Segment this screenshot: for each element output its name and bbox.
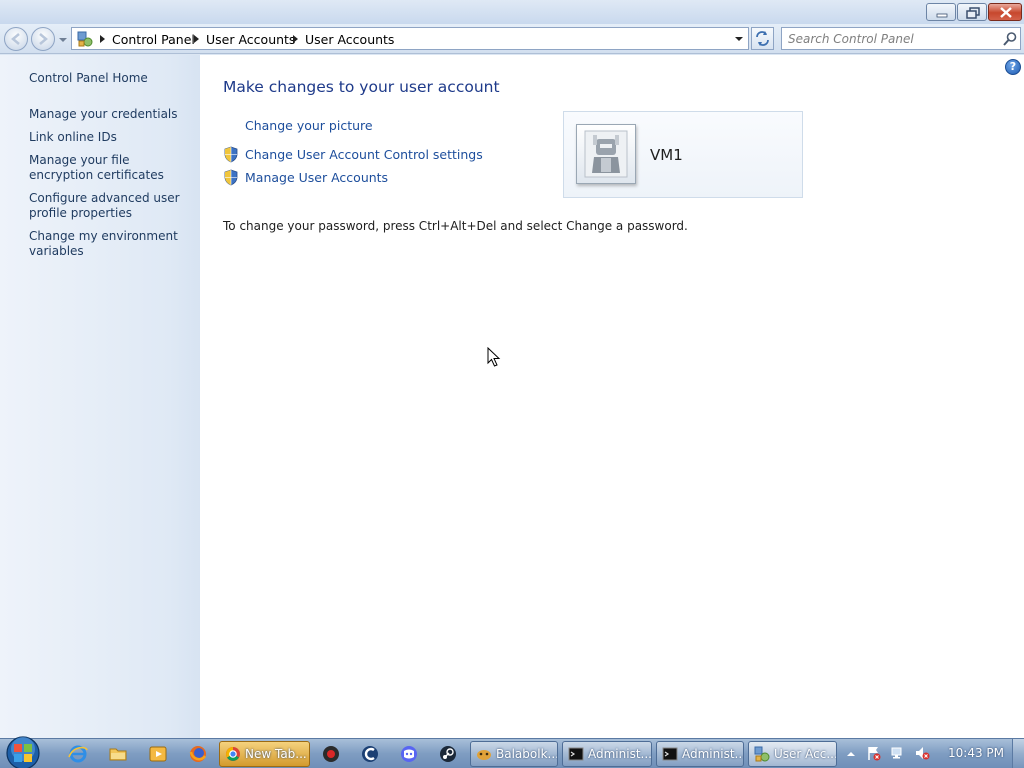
close-icon — [1000, 7, 1012, 18]
back-button[interactable] — [4, 27, 28, 51]
help-icon[interactable]: ? — [1005, 59, 1021, 75]
breadcrumb-user-accounts[interactable]: User Accounts — [206, 32, 295, 47]
file-explorer-icon[interactable] — [108, 744, 128, 764]
taskbar-administrator-console-1[interactable]: Administ... — [562, 741, 652, 767]
windows-start-icon[interactable] — [3, 735, 43, 768]
forward-button[interactable] — [31, 27, 55, 51]
minimize-icon — [936, 13, 948, 18]
breadcrumb-control-panel[interactable]: Control Panel — [112, 32, 195, 47]
balabolka-icon — [477, 750, 491, 760]
restore-button[interactable] — [957, 3, 987, 21]
address-dropdown-icon[interactable] — [730, 28, 748, 49]
taskbar-button-label: New Tab... — [245, 747, 307, 761]
taskbar-clock[interactable]: 10:43 PM — [948, 746, 1004, 760]
taskbar-button-label: Administ... — [682, 747, 744, 761]
breadcrumb-arrow-icon[interactable] — [291, 32, 301, 46]
control-panel-icon — [77, 31, 93, 47]
sidebar-link-online-ids[interactable]: Link online IDs — [29, 130, 191, 145]
taskbar-chrome-new-tab[interactable]: New Tab... — [219, 741, 310, 767]
show-desktop-button[interactable] — [1012, 739, 1024, 768]
help-glyph: ? — [1009, 60, 1017, 73]
manage-user-accounts-link[interactable]: Manage User Accounts — [245, 170, 388, 185]
sidebar-control-panel-home[interactable]: Control Panel Home — [29, 71, 191, 86]
user-avatar — [576, 124, 636, 184]
search-box[interactable] — [781, 27, 1021, 50]
sidebar-file-encryption-certificates[interactable]: Manage your file encryption certificates — [29, 153, 191, 183]
taskbar: New Tab... Balabolk... Administ... Admin… — [0, 735, 1024, 768]
navigation-bar: Control Panel User Accounts User Account… — [0, 24, 1024, 54]
task-sidebar: Control Panel Home Manage your credentia… — [0, 55, 200, 738]
restore-icon — [966, 7, 980, 19]
breadcrumb-current-user-accounts[interactable]: User Accounts — [305, 32, 394, 47]
chrome-icon — [226, 747, 240, 761]
change-picture-link[interactable]: Change your picture — [245, 118, 373, 133]
action-center-flag-icon[interactable] — [866, 745, 882, 761]
taskbar-button-label: Administ... — [588, 747, 652, 761]
media-player-icon[interactable] — [148, 744, 168, 764]
uac-shield-icon — [224, 146, 238, 163]
search-input[interactable] — [788, 30, 993, 47]
discord-icon[interactable] — [399, 744, 419, 764]
control-panel-icon — [754, 746, 770, 762]
change-uac-settings-link[interactable]: Change User Account Control settings — [245, 147, 483, 162]
address-bar[interactable]: Control Panel User Accounts User Account… — [71, 27, 749, 50]
breadcrumb-arrow-icon[interactable] — [192, 32, 202, 46]
internet-explorer-icon[interactable] — [68, 744, 88, 764]
command-prompt-icon — [568, 747, 584, 761]
user-silhouette-icon — [584, 130, 628, 178]
mouse-cursor-icon — [487, 347, 501, 367]
user-account-tile: VM1 — [563, 111, 803, 198]
show-hidden-icons-chevron-icon[interactable] — [846, 749, 856, 759]
taskbar-balabolka[interactable]: Balabolk... — [470, 741, 558, 767]
command-prompt-icon — [662, 747, 678, 761]
volume-muted-icon[interactable] — [914, 745, 930, 761]
refresh-icon — [756, 31, 769, 46]
page-title: Make changes to your user account — [223, 78, 500, 96]
main-content: ? Make changes to your user account Chan… — [200, 55, 1024, 738]
minimize-button[interactable] — [926, 3, 956, 21]
close-button[interactable] — [988, 3, 1022, 21]
ccleaner-icon[interactable] — [360, 744, 380, 764]
sidebar-environment-variables[interactable]: Change my environment variables — [29, 229, 191, 259]
sidebar-manage-credentials[interactable]: Manage your credentials — [29, 107, 191, 122]
taskbar-administrator-console-2[interactable]: Administ... — [656, 741, 744, 767]
taskbar-user-accounts[interactable]: User Acc... — [748, 741, 837, 767]
recent-pages-chevron-icon[interactable] — [58, 35, 68, 45]
search-icon[interactable] — [1002, 31, 1018, 47]
sidebar-advanced-profile-properties[interactable]: Configure advanced user profile properti… — [29, 191, 191, 221]
breadcrumb-arrow-icon[interactable] — [98, 32, 108, 46]
network-icon[interactable] — [890, 745, 906, 761]
taskbar-button-label: Balabolk... — [496, 747, 558, 761]
password-change-note: To change your password, press Ctrl+Alt+… — [223, 219, 688, 233]
back-arrow-icon — [11, 33, 20, 45]
steam-icon[interactable] — [438, 744, 458, 764]
uac-shield-icon — [224, 169, 238, 186]
forward-arrow-icon — [39, 33, 48, 45]
obs-recorder-icon[interactable] — [321, 744, 341, 764]
firefox-icon[interactable] — [188, 744, 208, 764]
user-name: VM1 — [650, 146, 683, 164]
window-titlebar — [0, 0, 1024, 24]
taskbar-button-label: User Acc... — [774, 747, 837, 761]
refresh-button[interactable] — [751, 27, 774, 50]
